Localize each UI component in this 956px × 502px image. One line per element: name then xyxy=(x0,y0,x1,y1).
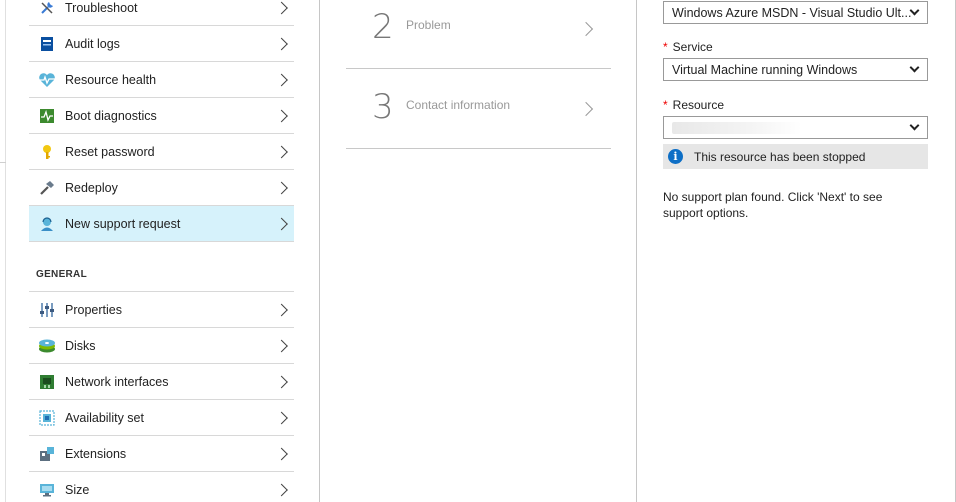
menu-item-label: Resource health xyxy=(65,72,157,87)
step-number: 2 xyxy=(372,7,394,47)
service-select[interactable]: Virtual Machine running Windows xyxy=(663,58,928,81)
collapsed-blade-edge xyxy=(0,0,6,502)
audit-log-icon xyxy=(38,35,56,53)
chevron-right-icon xyxy=(275,339,288,352)
menu-item-network-interfaces[interactable]: Network interfaces xyxy=(29,364,294,400)
properties-sliders-icon xyxy=(38,301,56,319)
step-contact-information[interactable]: 3 Contact information xyxy=(346,69,611,149)
resource-menu: Troubleshoot Audit logs Resource health … xyxy=(29,0,294,502)
chevron-right-icon xyxy=(275,109,288,122)
resource-label: * Resource xyxy=(663,98,725,112)
menu-item-troubleshoot[interactable]: Troubleshoot xyxy=(29,0,294,26)
extensions-icon xyxy=(38,445,56,463)
menu-item-label: Troubleshoot xyxy=(65,0,138,15)
service-label: * Service xyxy=(663,40,713,54)
chevron-right-icon xyxy=(578,101,594,117)
section-header-general: GENERAL xyxy=(29,242,294,292)
chevron-right-icon xyxy=(275,447,288,460)
chevron-down-icon xyxy=(909,120,920,131)
service-value: Virtual Machine running Windows xyxy=(672,62,858,77)
menu-item-boot-diagnostics[interactable]: Boot diagnostics xyxy=(29,98,294,134)
required-marker: * xyxy=(663,40,668,54)
menu-item-label: Boot diagnostics xyxy=(65,108,157,123)
menu-item-size[interactable]: Size xyxy=(29,472,294,502)
monitor-size-icon xyxy=(38,481,56,499)
chevron-right-icon xyxy=(578,21,594,37)
step-number: 3 xyxy=(372,87,394,127)
chevron-right-icon xyxy=(275,37,288,50)
chevron-right-icon xyxy=(275,1,288,14)
menu-item-label: Properties xyxy=(65,302,122,317)
chevron-down-icon xyxy=(909,62,920,73)
chevron-right-icon xyxy=(275,181,288,194)
required-marker: * xyxy=(663,98,668,112)
chevron-right-icon xyxy=(275,217,288,230)
menu-item-label: Redeploy xyxy=(65,180,118,195)
chevron-right-icon xyxy=(275,411,288,424)
chevron-right-icon xyxy=(275,375,288,388)
redacted-resource-value xyxy=(672,121,802,134)
menu-item-label: Reset password xyxy=(65,144,155,159)
menu-item-extensions[interactable]: Extensions xyxy=(29,436,294,472)
menu-item-label: Availability set xyxy=(65,410,144,425)
availability-set-icon xyxy=(38,409,56,427)
chevron-right-icon xyxy=(275,483,288,496)
chevron-right-icon xyxy=(275,145,288,158)
key-icon xyxy=(38,143,56,161)
menu-item-label: Network interfaces xyxy=(65,374,169,389)
wrench-icon xyxy=(38,0,56,17)
menu-item-disks[interactable]: Disks xyxy=(29,328,294,364)
menu-item-label: Size xyxy=(65,482,90,497)
info-icon: i xyxy=(668,149,683,164)
support-plan-note: No support plan found. Click 'Next' to s… xyxy=(663,190,883,220)
subscription-select[interactable]: Windows Azure MSDN - Visual Studio Ult..… xyxy=(663,1,928,24)
step-title: Contact information xyxy=(406,98,511,112)
disks-icon xyxy=(38,337,56,355)
basics-form-blade: Windows Azure MSDN - Visual Studio Ult..… xyxy=(638,0,956,502)
menu-item-label: Audit logs xyxy=(65,36,120,51)
support-steps-blade: 2 Problem 3 Contact information xyxy=(321,0,637,502)
network-interface-icon xyxy=(38,373,56,391)
menu-item-label: Disks xyxy=(65,338,96,353)
heart-pulse-icon xyxy=(38,71,56,89)
menu-item-label: New support request xyxy=(65,216,181,231)
subscription-value: Windows Azure MSDN - Visual Studio Ult..… xyxy=(672,5,912,20)
resource-select[interactable] xyxy=(663,116,928,139)
boot-diagnostics-icon xyxy=(38,107,56,125)
menu-item-label: Extensions xyxy=(65,446,127,461)
step-problem[interactable]: 2 Problem xyxy=(346,0,611,69)
menu-item-redeploy[interactable]: Redeploy xyxy=(29,170,294,206)
menu-item-resource-health[interactable]: Resource health xyxy=(29,62,294,98)
chevron-right-icon xyxy=(275,73,288,86)
resource-stopped-info-bar: i This resource has been stopped xyxy=(663,144,928,169)
resource-menu-blade: Troubleshoot Audit logs Resource health … xyxy=(0,0,320,502)
step-title: Problem xyxy=(406,18,451,32)
menu-item-reset-password[interactable]: Reset password xyxy=(29,134,294,170)
menu-item-availability-set[interactable]: Availability set xyxy=(29,400,294,436)
hammer-icon xyxy=(38,179,56,197)
chevron-right-icon xyxy=(275,303,288,316)
info-message: This resource has been stopped xyxy=(694,149,866,164)
support-person-icon xyxy=(38,215,56,233)
menu-item-new-support-request[interactable]: New support request xyxy=(29,206,294,242)
menu-item-properties[interactable]: Properties xyxy=(29,292,294,328)
menu-item-audit-logs[interactable]: Audit logs xyxy=(29,26,294,62)
